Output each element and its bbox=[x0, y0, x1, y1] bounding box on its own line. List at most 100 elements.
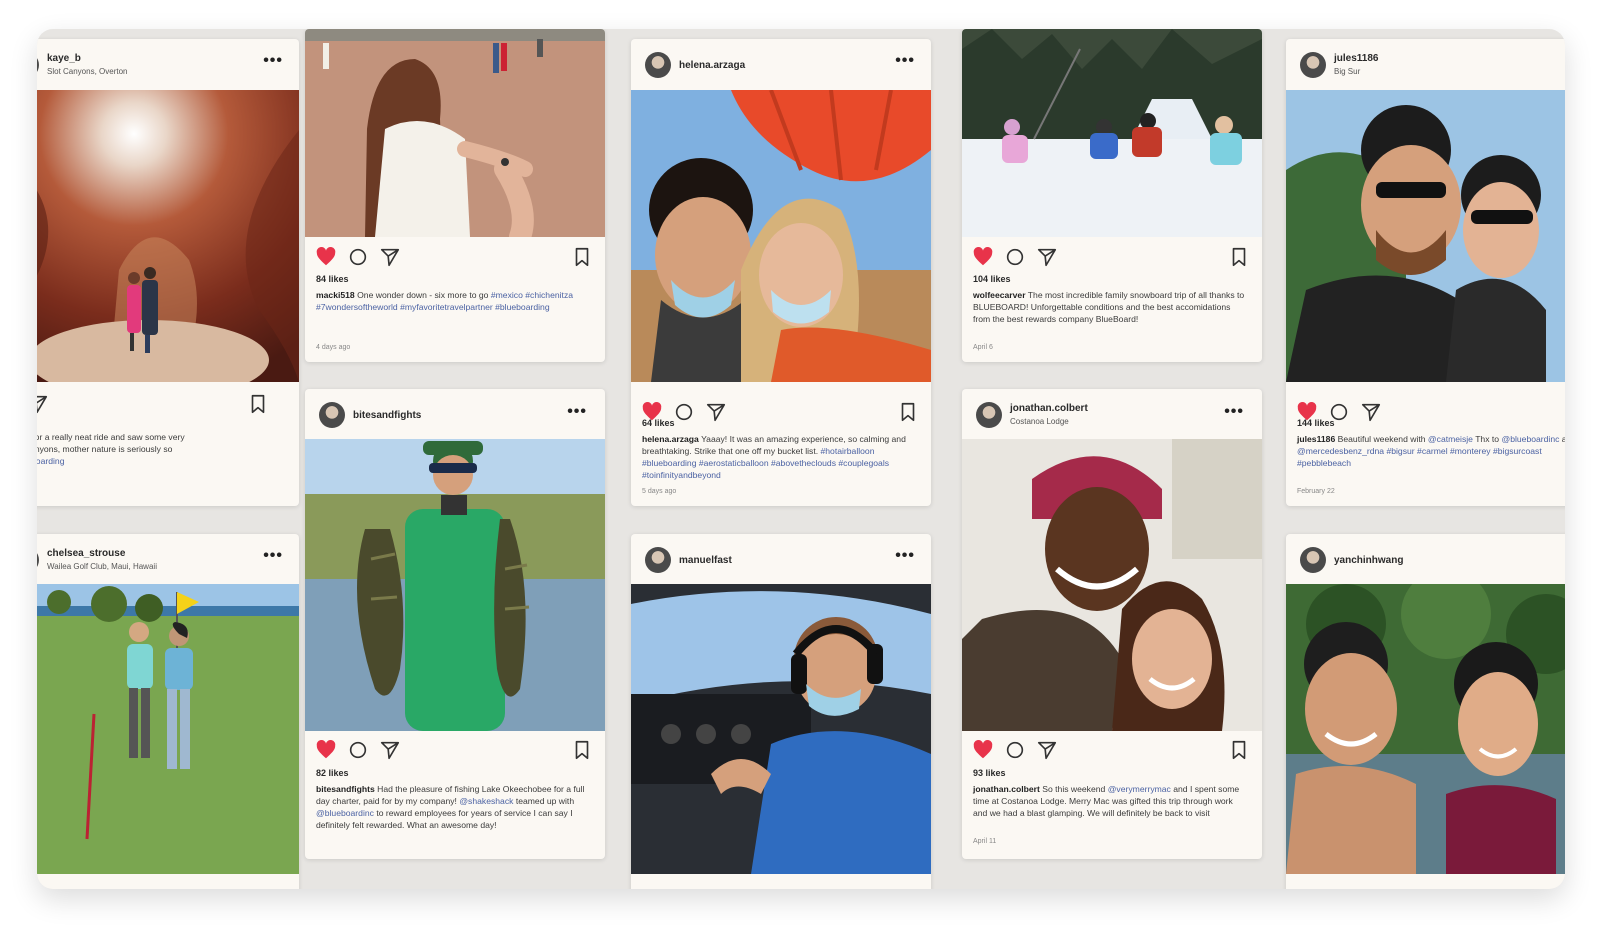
share-icon[interactable] bbox=[705, 401, 727, 423]
location[interactable]: Big Sur bbox=[1334, 67, 1360, 76]
post-photo[interactable] bbox=[962, 29, 1262, 237]
username[interactable]: kaye_b bbox=[47, 53, 81, 64]
likes-count[interactable]: 93 likes bbox=[973, 768, 1006, 778]
caption-username[interactable]: macki518 bbox=[316, 290, 355, 300]
post-card: yanchinhwang bbox=[1286, 534, 1565, 889]
location[interactable]: Costanoa Lodge bbox=[1010, 417, 1069, 426]
post-photo[interactable] bbox=[962, 439, 1262, 731]
post-photo[interactable] bbox=[631, 89, 931, 382]
caption: jules1186 Beautiful weekend with @catmei… bbox=[1297, 433, 1565, 469]
more-icon[interactable]: ••• bbox=[263, 52, 283, 70]
big-sur-selfie-photo bbox=[1286, 90, 1565, 382]
avatar[interactable] bbox=[37, 547, 39, 573]
more-icon[interactable]: ••• bbox=[263, 547, 283, 565]
avatar[interactable] bbox=[319, 402, 345, 428]
likes-count[interactable]: 104 likes bbox=[973, 274, 1011, 284]
slot-canyon-photo bbox=[37, 90, 299, 400]
comment-icon[interactable] bbox=[1004, 739, 1026, 761]
golf-course-photo bbox=[37, 584, 299, 874]
post-card: jonathan.colbert Costanoa Lodge ••• 93 l… bbox=[962, 389, 1262, 859]
post-photo[interactable] bbox=[1286, 569, 1565, 874]
couple-selfie-photo bbox=[962, 439, 1262, 731]
bookmark-icon[interactable] bbox=[897, 401, 919, 423]
caption-username[interactable]: jonathan.colbert bbox=[973, 784, 1040, 794]
likes-count[interactable]: 64 likes bbox=[642, 418, 675, 428]
hashtags[interactable]: #blueboarding bbox=[37, 456, 64, 466]
action-bar bbox=[962, 735, 1262, 763]
heart-icon[interactable] bbox=[315, 739, 337, 761]
snowboard-photo bbox=[962, 29, 1262, 237]
mention[interactable]: @blueboardinc bbox=[1501, 434, 1559, 444]
bookmark-icon[interactable] bbox=[1228, 739, 1250, 761]
action-bar bbox=[37, 389, 299, 417]
post-card: 104 likes wolfeecarver The most incredib… bbox=[962, 29, 1262, 362]
caption-username[interactable]: jules1186 bbox=[1297, 434, 1335, 444]
post-card: jules1186 Big Sur 144 likes jules1186 Be… bbox=[1286, 39, 1565, 506]
bookmark-icon[interactable] bbox=[571, 739, 593, 761]
likes-count[interactable]: 84 likes bbox=[316, 274, 349, 284]
post-photo[interactable] bbox=[631, 584, 931, 874]
location[interactable]: Wailea Golf Club, Maui, Hawaii bbox=[47, 562, 157, 571]
caption: wolfeecarver The most incredible family … bbox=[973, 289, 1248, 325]
likes-count[interactable]: 82 likes bbox=[316, 768, 349, 778]
comment-icon[interactable] bbox=[347, 739, 369, 761]
username[interactable]: helena.arzaga bbox=[679, 60, 745, 71]
mention[interactable]: @verymerrymac bbox=[1108, 784, 1171, 794]
mention[interactable]: @shakeshack bbox=[459, 796, 513, 806]
post-photo[interactable] bbox=[1286, 90, 1565, 382]
avatar[interactable] bbox=[976, 402, 1002, 428]
avatar[interactable] bbox=[645, 547, 671, 573]
caption-text: Beautiful weekend with bbox=[1337, 434, 1426, 444]
bookmark-icon[interactable] bbox=[247, 393, 269, 415]
heart-icon[interactable] bbox=[972, 246, 994, 268]
likes-count[interactable]: 144 likes bbox=[1297, 418, 1335, 428]
post-photo[interactable] bbox=[37, 90, 299, 400]
avatar[interactable] bbox=[645, 52, 671, 78]
mention[interactable]: @catmeisje bbox=[1428, 434, 1473, 444]
post-header: jules1186 Big Sur bbox=[1286, 39, 1565, 91]
mention[interactable]: @mercedesbenz_rdna bbox=[1297, 446, 1384, 456]
username[interactable]: jonathan.colbert bbox=[1010, 403, 1088, 414]
more-icon[interactable]: ••• bbox=[895, 52, 915, 70]
caption-text: So this weekend bbox=[1042, 784, 1106, 794]
caption-text: teamed up with bbox=[515, 796, 575, 806]
share-icon[interactable] bbox=[1360, 401, 1382, 423]
username[interactable]: bitesandfights bbox=[353, 410, 421, 421]
post-photo[interactable] bbox=[305, 29, 605, 248]
caption-username[interactable]: bitesandfights bbox=[316, 784, 375, 794]
share-icon[interactable] bbox=[37, 393, 49, 415]
fishing-photo bbox=[305, 439, 605, 731]
caption: macki518 One wonder down - six more to g… bbox=[316, 289, 591, 313]
balloon-selfie-photo bbox=[631, 89, 931, 382]
action-bar bbox=[962, 242, 1262, 270]
caption-username[interactable]: helena.arzaga bbox=[642, 434, 699, 444]
share-icon[interactable] bbox=[1036, 739, 1058, 761]
post-card: kaye_b Slot Canyons, Overton ••• or a re… bbox=[37, 39, 299, 506]
share-icon[interactable] bbox=[379, 739, 401, 761]
bookmark-icon[interactable] bbox=[1228, 246, 1250, 268]
bookmark-icon[interactable] bbox=[571, 246, 593, 268]
username[interactable]: manuelfast bbox=[679, 555, 732, 566]
post-card: chelsea_strouse Wailea Golf Club, Maui, … bbox=[37, 534, 299, 889]
more-icon[interactable]: ••• bbox=[567, 403, 587, 421]
post-photo[interactable] bbox=[305, 439, 605, 731]
username[interactable]: jules1186 bbox=[1334, 53, 1378, 64]
comment-icon[interactable] bbox=[347, 246, 369, 268]
share-icon[interactable] bbox=[379, 246, 401, 268]
avatar[interactable] bbox=[37, 52, 39, 78]
username[interactable]: yanchinhwang bbox=[1334, 555, 1403, 566]
username[interactable]: chelsea_strouse bbox=[47, 548, 125, 559]
mention[interactable]: @blueboardinc bbox=[316, 808, 374, 818]
post-photo[interactable] bbox=[37, 584, 299, 874]
comment-icon[interactable] bbox=[1004, 246, 1026, 268]
share-icon[interactable] bbox=[1036, 246, 1058, 268]
heart-icon[interactable] bbox=[315, 246, 337, 268]
more-icon[interactable]: ••• bbox=[895, 547, 915, 565]
avatar[interactable] bbox=[1300, 52, 1326, 78]
location[interactable]: Slot Canyons, Overton bbox=[47, 67, 127, 76]
caption-username[interactable]: wolfeecarver bbox=[973, 290, 1026, 300]
avatar[interactable] bbox=[1300, 547, 1326, 573]
more-icon[interactable]: ••• bbox=[1224, 403, 1244, 421]
comment-icon[interactable] bbox=[673, 401, 695, 423]
heart-icon[interactable] bbox=[972, 739, 994, 761]
